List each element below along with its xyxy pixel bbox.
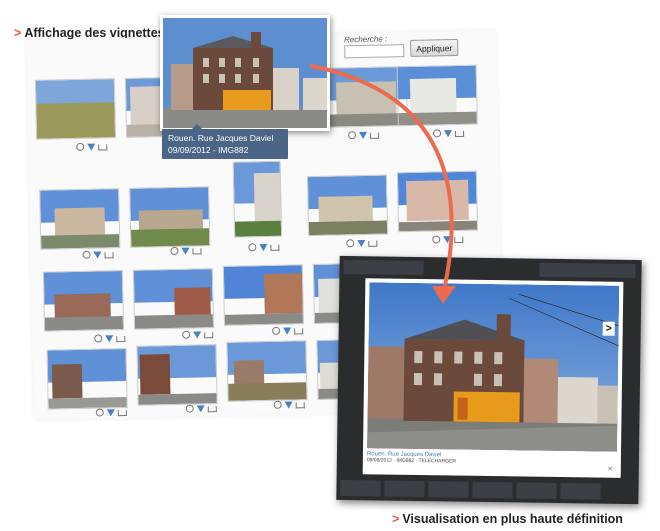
- caption-high-definition: > Visualisation en plus haute définition: [392, 512, 623, 526]
- caption-marker: >: [392, 512, 400, 526]
- caption-high-definition-text: Visualisation en plus haute définition: [402, 512, 623, 526]
- transition-arrow: [310, 64, 456, 304]
